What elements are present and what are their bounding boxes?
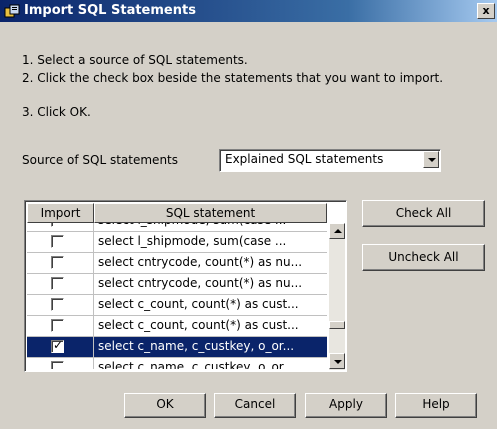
scroll-down-button[interactable] (329, 353, 345, 369)
import-checkbox[interactable] (51, 223, 64, 227)
instruction-step-3: 3. Click OK. (22, 105, 91, 119)
table-row[interactable]: select c_count, count(*) as cust... (27, 295, 327, 316)
column-header-import[interactable]: Import (27, 203, 94, 223)
scroll-up-icon (334, 229, 342, 233)
chevron-down-icon (428, 158, 436, 162)
help-button[interactable]: Help (395, 393, 477, 418)
sql-statement-cell: select l_shipmode, sum(case ... (98, 223, 324, 227)
table-row[interactable]: select l_shipmode, sum(case ... (27, 232, 327, 253)
close-button[interactable]: x (477, 3, 495, 19)
column-header-sql-statement[interactable]: SQL statement (94, 203, 327, 223)
checkmark-icon: ✓ (53, 338, 64, 352)
scroll-thumb[interactable] (329, 321, 345, 329)
import-cell (27, 295, 94, 315)
table-row[interactable]: select c_count, count(*) as cust... (27, 316, 327, 337)
source-select-value: Explained SQL statements (225, 152, 384, 166)
vertical-scrollbar[interactable] (329, 223, 345, 370)
title-bar[interactable]: Import SQL Statements x (0, 0, 497, 22)
import-checkbox[interactable] (51, 361, 64, 369)
import-cell (27, 316, 94, 336)
sql-statement-cell: select c_count, count(*) as cust... (98, 318, 299, 332)
import-checkbox[interactable] (51, 277, 64, 290)
import-cell (27, 253, 94, 273)
table-row[interactable]: select l_shipmode, sum(case ... (27, 223, 327, 232)
sql-statement-cell: select c_name, c_custkey, o_or... (98, 339, 295, 353)
import-checkbox[interactable] (51, 319, 64, 332)
source-label: Source of SQL statements (22, 153, 179, 167)
window-title: Import SQL Statements (24, 3, 196, 18)
table-row[interactable]: select cntrycode, count(*) as nu... (27, 274, 327, 295)
apply-button[interactable]: Apply (305, 393, 387, 418)
table-row[interactable]: select c_name, c_custkey, o_or... (27, 358, 327, 369)
sql-statement-cell: select cntrycode, count(*) as nu... (98, 276, 303, 290)
database-import-icon (4, 4, 20, 18)
sql-statement-cell: select l_shipmode, sum(case ... (98, 234, 287, 248)
table-rows: select l_shipmode, sum(case ... select l_… (27, 223, 327, 369)
instruction-step-1: 1. Select a source of SQL statements. (22, 53, 248, 67)
import-cell (27, 358, 94, 369)
ok-button[interactable]: OK (124, 393, 206, 418)
cancel-button[interactable]: Cancel (214, 393, 296, 418)
sql-statement-cell: select cntrycode, count(*) as nu... (98, 255, 303, 269)
instruction-step-2: 2. Click the check box beside the statem… (22, 71, 444, 85)
import-checkbox[interactable] (51, 298, 64, 311)
scroll-up-button[interactable] (329, 223, 345, 239)
table-row[interactable]: ✓ select c_name, c_custkey, o_or... (27, 337, 327, 358)
check-all-button[interactable]: Check All (362, 200, 485, 227)
import-cell (27, 274, 94, 294)
import-cell (27, 232, 94, 252)
sql-statement-cell: select c_count, count(*) as cust... (98, 297, 299, 311)
sql-statements-table[interactable]: Import SQL statement select l_shipmode, … (24, 200, 347, 372)
import-checkbox[interactable] (51, 235, 64, 248)
import-checkbox[interactable] (51, 256, 64, 269)
import-cell: ✓ (27, 337, 94, 357)
sql-statement-cell: select c_name, c_custkey, o_or... (98, 360, 295, 369)
import-cell (27, 223, 94, 231)
uncheck-all-button[interactable]: Uncheck All (362, 244, 485, 271)
source-select-dropdown-button[interactable] (423, 151, 439, 168)
import-checkbox[interactable]: ✓ (51, 338, 64, 353)
source-select[interactable]: Explained SQL statements (219, 149, 441, 172)
table-row[interactable]: select cntrycode, count(*) as nu... (27, 253, 327, 274)
scroll-down-icon (334, 360, 342, 364)
